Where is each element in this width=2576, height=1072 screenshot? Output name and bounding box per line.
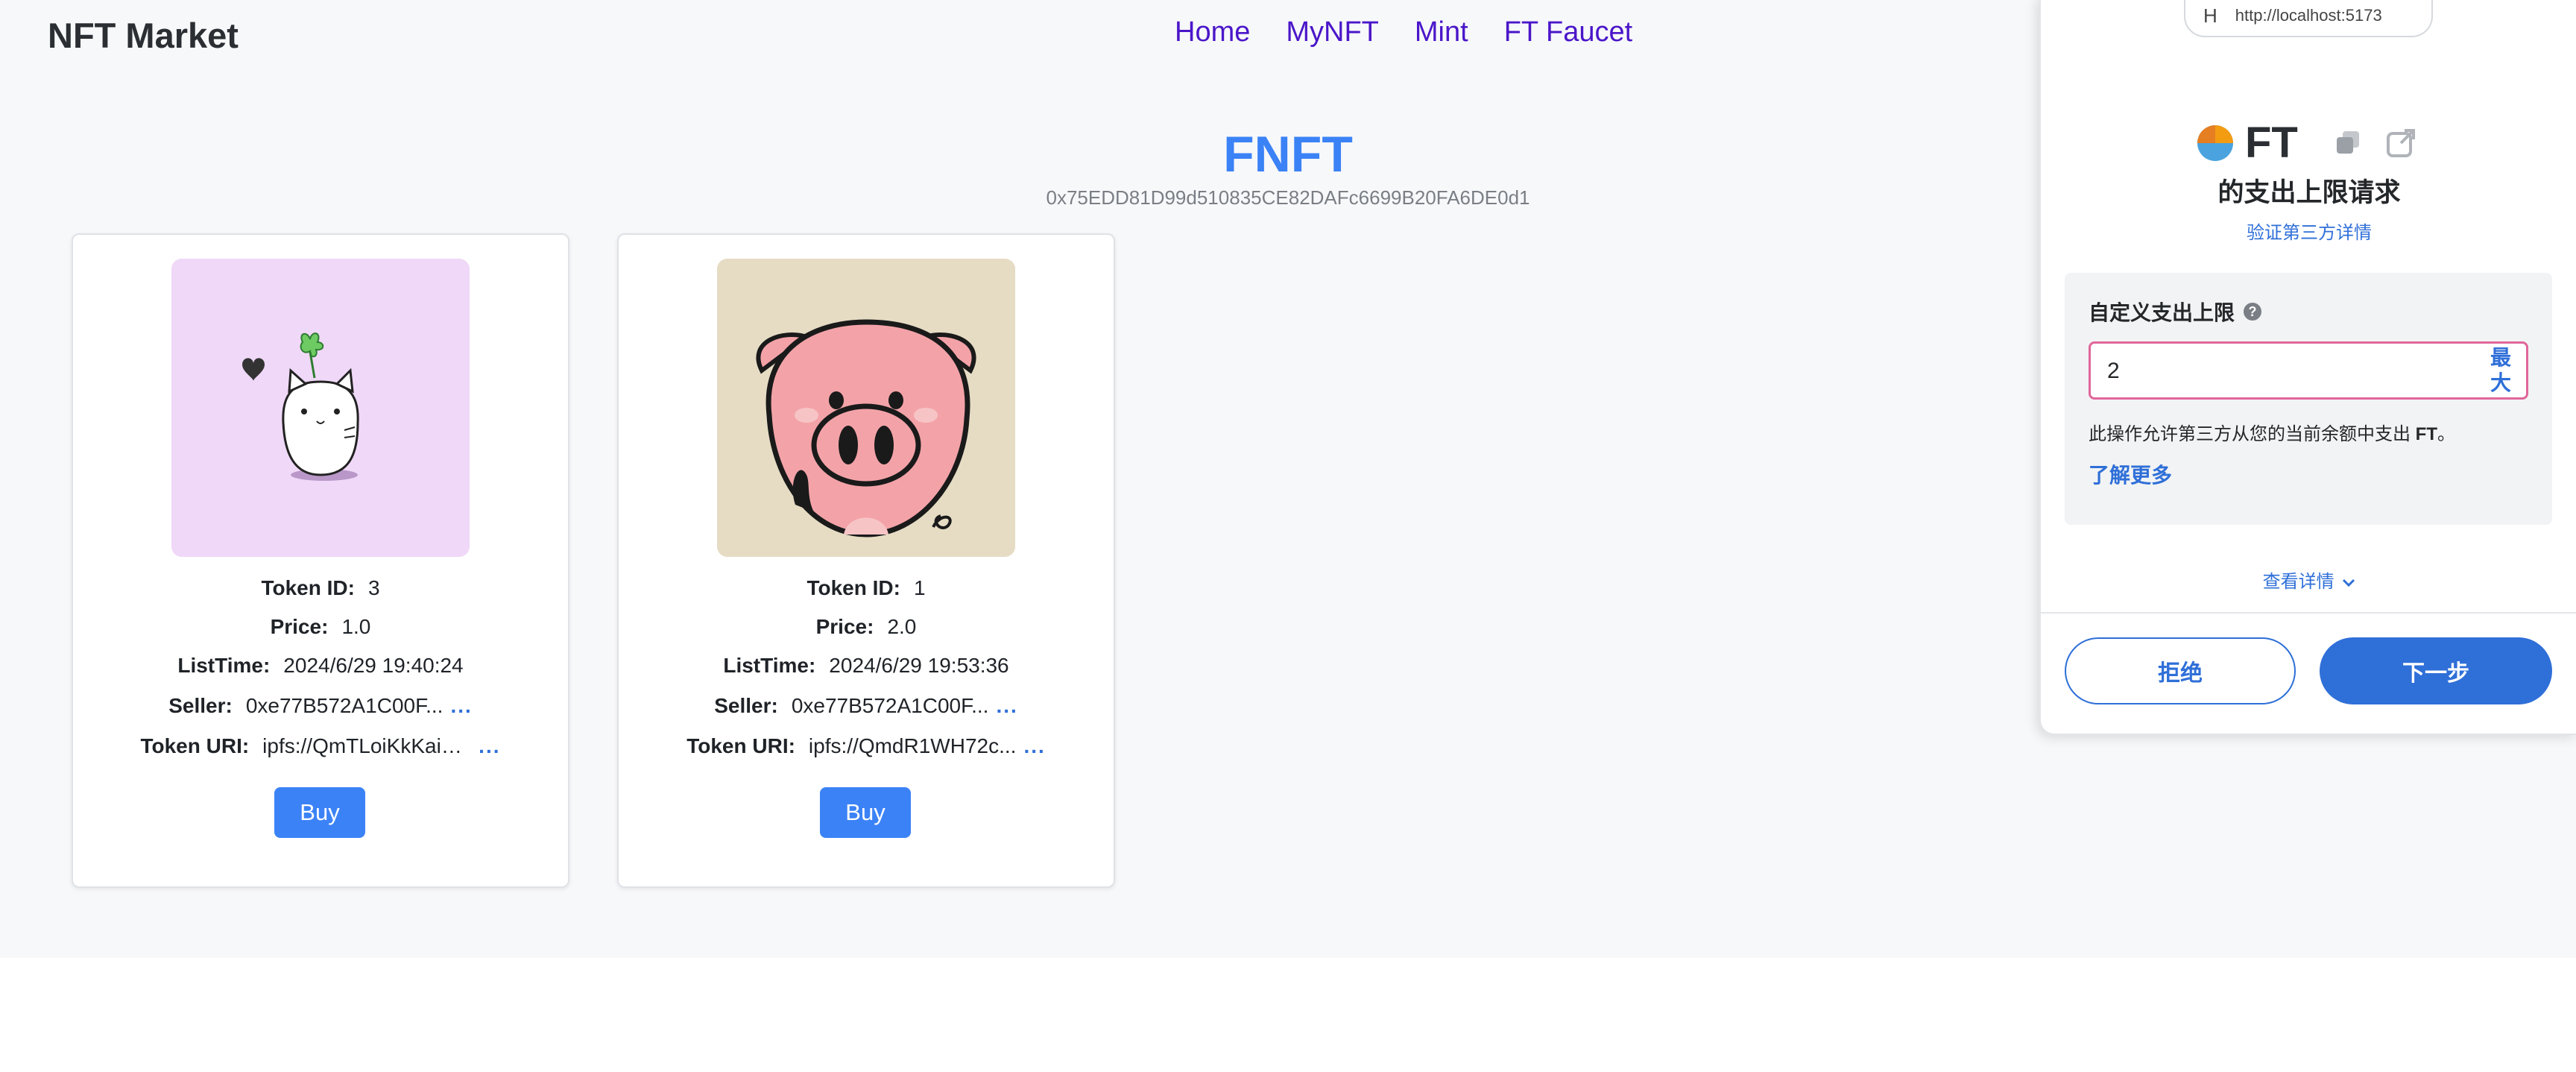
origin-initial-icon: H [2203, 4, 2217, 27]
description-prefix: 此操作允许第三方从您的当前余额中支出 [2089, 424, 2416, 444]
token-uri-more-link[interactable]: ... [479, 734, 500, 758]
token-id-label: Token ID: [261, 576, 355, 599]
pig-illustration [717, 259, 1015, 557]
token-uri-row: Token URI: ipfs://QmTLoiKkKai3f.... ... [73, 734, 568, 758]
token-id-row: Token ID: 1 [619, 576, 1114, 600]
list-time-label: ListTime: [177, 654, 271, 677]
token-uri-value: ipfs://QmTLoiKkKai3f.... [262, 734, 472, 757]
cartoon-pig-image [717, 259, 1015, 557]
nav-mint-link[interactable]: Mint [1415, 16, 1468, 48]
spending-cap-input[interactable] [2106, 354, 2437, 388]
list-time-row: ListTime: 2024/6/29 19:40:24 [73, 654, 568, 678]
next-button[interactable]: 下一步 [2320, 637, 2552, 704]
description-token: FT [2415, 424, 2437, 444]
seller-more-link[interactable]: ... [996, 694, 1017, 718]
buy-button[interactable]: Buy [274, 787, 365, 838]
buy-button[interactable]: Buy [820, 787, 911, 838]
seller-row: Seller: 0xe77B572A1C00F... ... [73, 694, 568, 718]
max-button[interactable]: 最大 [2481, 345, 2520, 394]
token-id-value: 3 [367, 576, 380, 599]
token-logo-icon [2197, 124, 2233, 161]
seller-row: Seller: 0xe77B572A1C00F... ... [619, 694, 1114, 718]
description-suffix: 。 [2437, 424, 2455, 444]
price-value: 1.0 [341, 615, 371, 638]
token-uri-more-link[interactable]: ... [1023, 734, 1045, 758]
token-id-row: Token ID: 3 [73, 576, 568, 600]
cartoon-cat-image [171, 259, 470, 557]
wallet-popup: H http://localhost:5173 FT 的支出上限请求 验证第三方… [2039, 0, 2576, 735]
spending-cap-panel: 自定义支出上限 ? 最大 此操作允许第三方从您的当前余额中支出 FT。 了解更多 [2065, 273, 2552, 525]
spending-cap-title: 的支出上限请求 [2217, 178, 2401, 207]
view-details-text: 查看详情 [2262, 572, 2334, 592]
nft-card: Token ID: 1 Price: 2.0 ListTime: 2024/6/… [617, 233, 1115, 888]
view-details-link[interactable]: 查看详情 [2041, 567, 2576, 593]
token-uri-value: ipfs://QmdR1WH72c... [808, 734, 1017, 757]
token-id-label: Token ID: [806, 576, 900, 599]
chevron-down-icon [2343, 578, 2355, 587]
main-nav: Home MyNFT Mint FT Faucet [1175, 16, 1632, 48]
spending-cap-field: 最大 [2089, 341, 2528, 400]
nft-card: Token ID: 3 Price: 1.0 ListTime: 2024/6/… [72, 233, 569, 888]
origin-pill: H http://localhost:5173 [2184, 0, 2433, 37]
learn-more-link[interactable]: 了解更多 [2089, 459, 2172, 489]
price-row: Price: 2.0 [619, 615, 1114, 639]
brand-title: NFT Market [48, 16, 239, 55]
list-time-value: 2024/6/29 19:53:36 [829, 654, 1009, 677]
spending-cap-description: 此操作允许第三方从您的当前余额中支出 FT。 [2089, 419, 2455, 445]
price-label: Price: [270, 615, 329, 638]
token-uri-label: Token URI: [686, 734, 795, 757]
external-link-icon[interactable] [2384, 127, 2417, 160]
list-time-value: 2024/6/29 19:40:24 [283, 654, 464, 677]
price-label: Price: [815, 615, 874, 638]
list-time-row: ListTime: 2024/6/29 19:53:36 [619, 654, 1114, 678]
token-symbol: FT [2245, 119, 2298, 167]
custom-limit-label-text: 自定义支出上限 [2089, 301, 2235, 324]
seller-label: Seller: [714, 694, 778, 717]
help-icon[interactable]: ? [2244, 303, 2262, 321]
list-time-label: ListTime: [723, 654, 816, 677]
seller-more-link[interactable]: ... [450, 694, 472, 718]
cat-illustration [171, 259, 470, 557]
seller-value: 0xe77B572A1C00F... [245, 694, 443, 717]
seller-value: 0xe77B572A1C00F... [791, 694, 989, 717]
token-header: FT [2196, 118, 2417, 168]
seller-label: Seller: [168, 694, 233, 717]
origin-url: http://localhost:5173 [2235, 6, 2382, 25]
nav-ft-faucet-link[interactable]: FT Faucet [1504, 16, 1632, 48]
price-value: 2.0 [887, 615, 917, 638]
copy-icon[interactable] [2332, 127, 2365, 160]
reject-button[interactable]: 拒绝 [2065, 637, 2296, 704]
custom-limit-label: 自定义支出上限 ? [2089, 297, 2262, 327]
nav-home-link[interactable]: Home [1175, 16, 1250, 48]
token-uri-row: Token URI: ipfs://QmdR1WH72c... ... [619, 734, 1114, 758]
footer-divider [2041, 612, 2576, 614]
nav-mynft-link[interactable]: MyNFT [1286, 16, 1379, 48]
token-id-value: 1 [913, 576, 926, 599]
token-uri-label: Token URI: [140, 734, 250, 757]
verify-third-party-link[interactable]: 验证第三方详情 [2041, 218, 2576, 244]
price-row: Price: 1.0 [73, 615, 568, 639]
